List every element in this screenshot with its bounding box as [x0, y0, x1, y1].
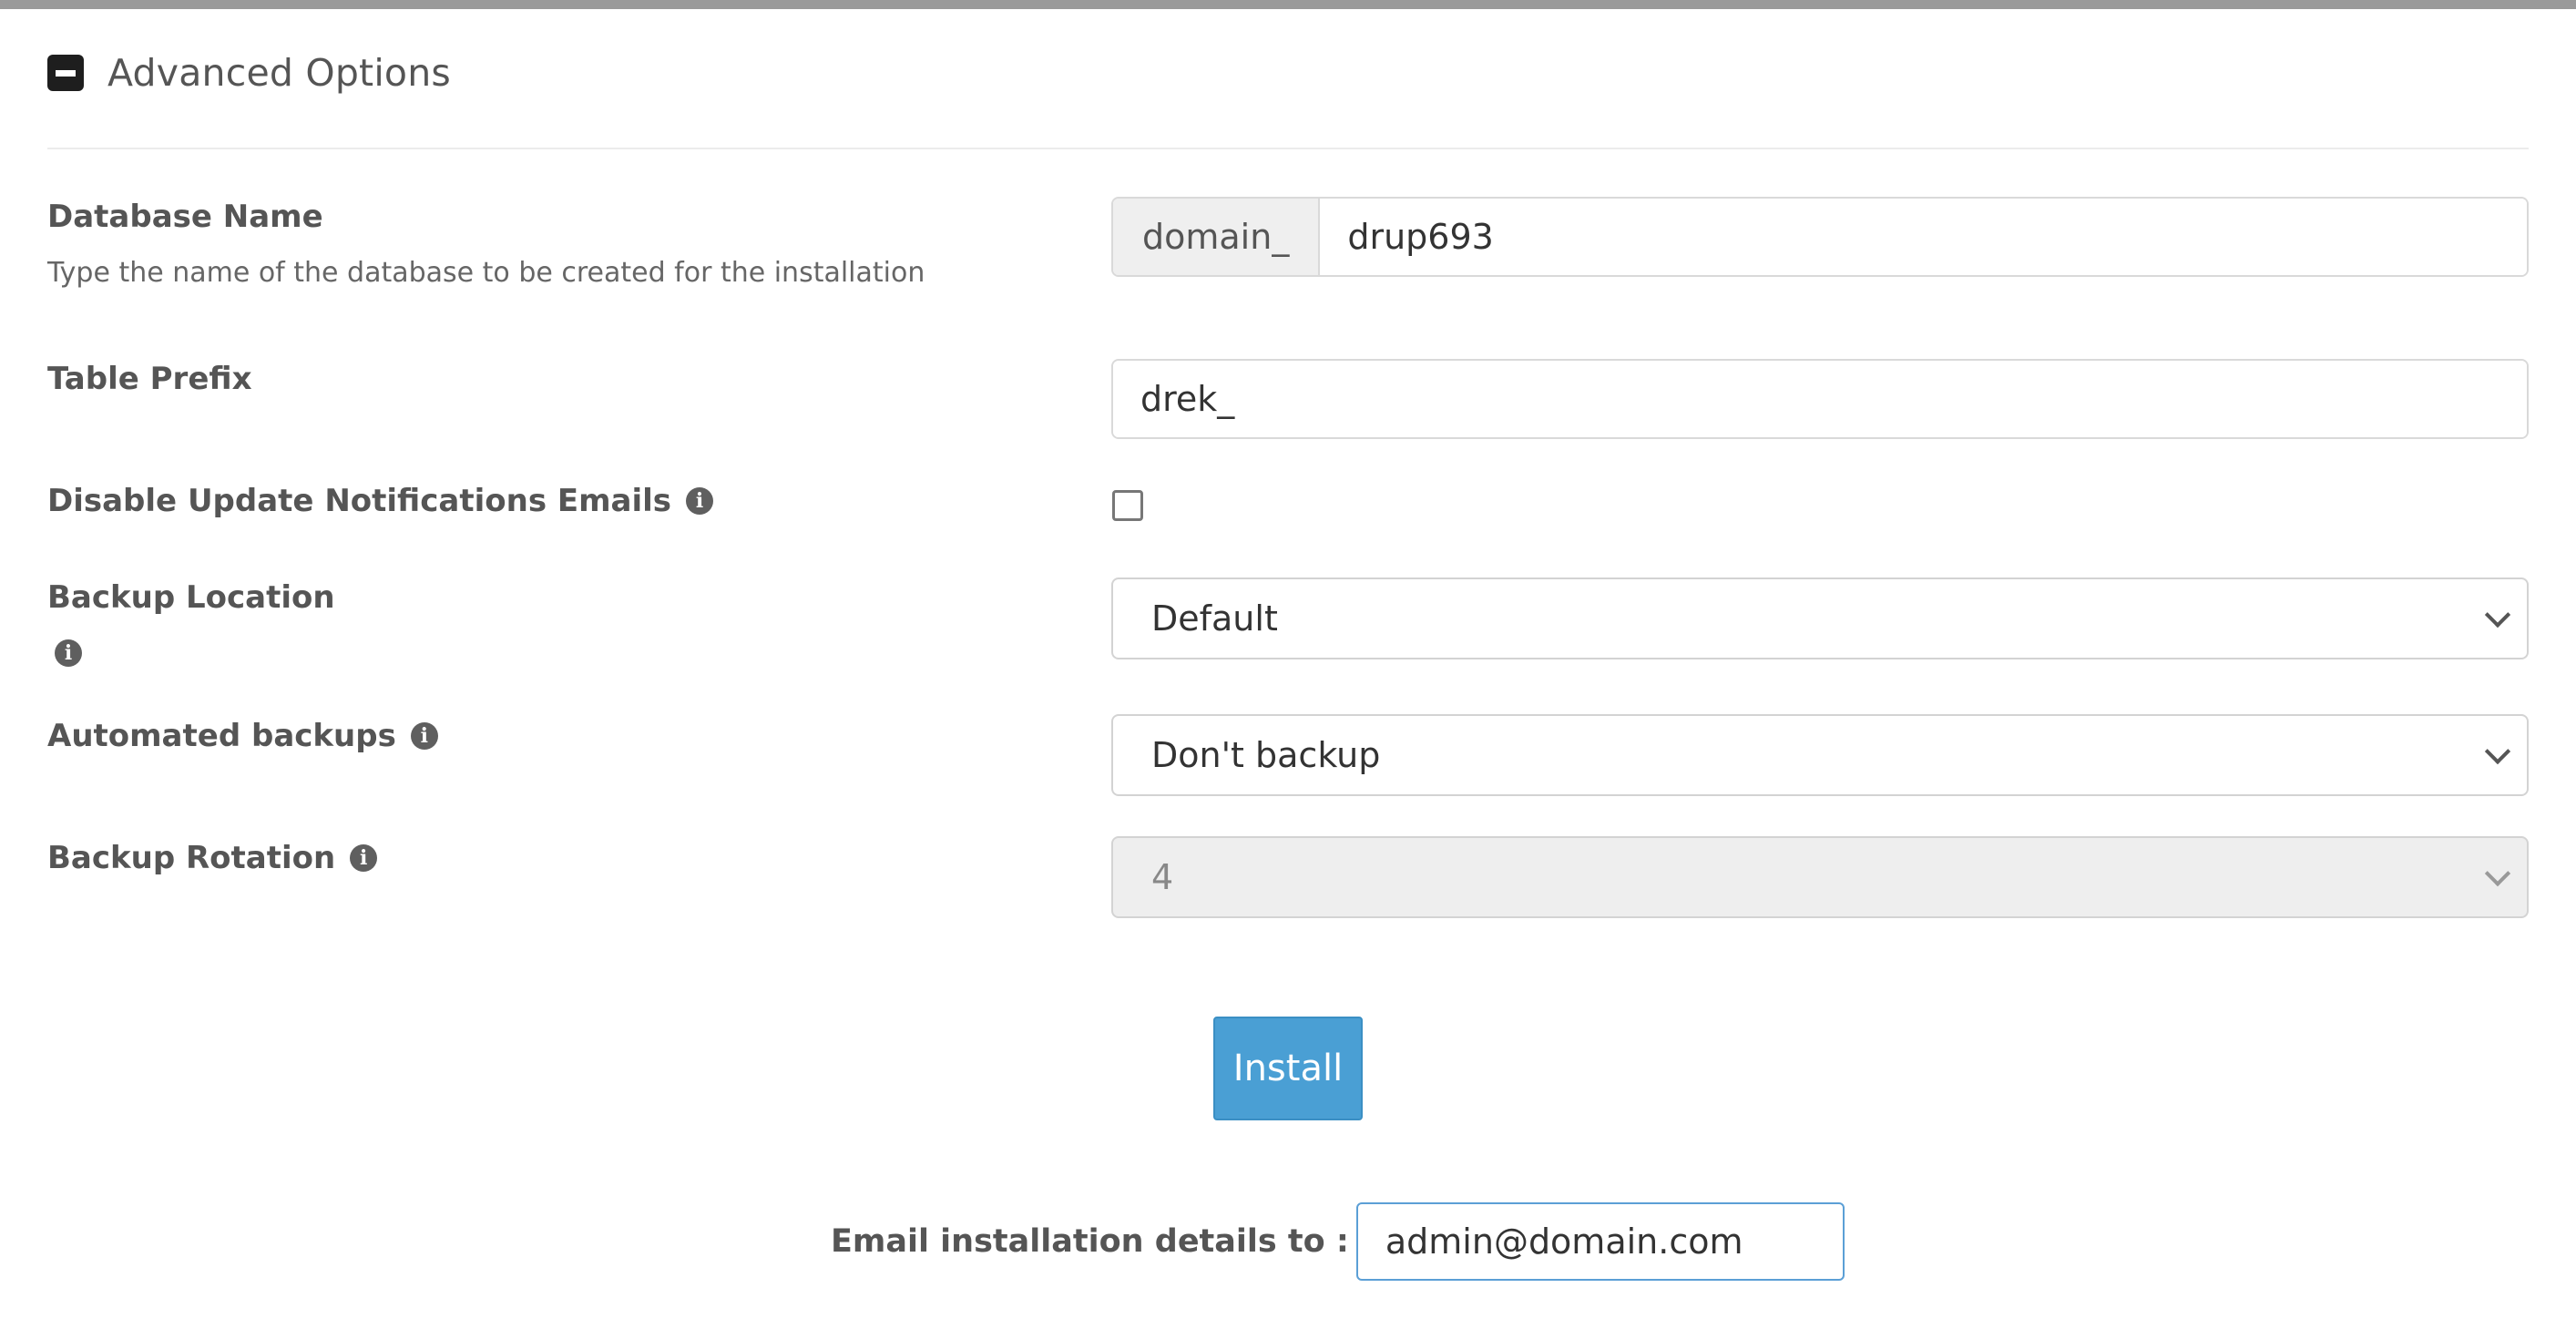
backup-rotation-selected: 4	[1151, 857, 1174, 897]
backup-rotation-label: Backup Rotation i	[47, 840, 378, 876]
automated-backups-label-text: Automated backups	[47, 718, 396, 754]
backup-location-info: i	[40, 639, 82, 667]
disable-update-emails-checkbox[interactable]	[1112, 490, 1143, 521]
email-details-input[interactable]	[1355, 1202, 1845, 1281]
database-name-input[interactable]	[1320, 199, 2527, 275]
email-details-label: Email installation details to :	[831, 1223, 1349, 1260]
chevron-down-icon	[2484, 860, 2511, 887]
advanced-options-header[interactable]: Advanced Options	[47, 47, 451, 98]
database-name-label-text: Database Name	[47, 199, 323, 235]
section-title: Advanced Options	[107, 51, 451, 95]
info-icon[interactable]: i	[55, 639, 82, 667]
automated-backups-label: Automated backups i	[47, 718, 438, 754]
database-name-label: Database Name	[47, 199, 323, 235]
chevron-down-icon	[2484, 601, 2511, 629]
backup-rotation-select: 4	[1111, 836, 2529, 918]
install-button[interactable]: Install	[1213, 1017, 1363, 1120]
database-prefix-addon: domain_	[1113, 199, 1321, 275]
info-icon[interactable]: i	[686, 487, 714, 515]
table-prefix-label: Table Prefix	[47, 361, 252, 397]
automated-backups-select[interactable]: Don't backup	[1111, 714, 2529, 796]
database-name-input-group: domain_	[1111, 197, 2529, 277]
backup-location-label-text: Backup Location	[47, 579, 335, 616]
backup-location-select[interactable]: Default	[1111, 578, 2529, 659]
disable-update-emails-label-text: Disable Update Notifications Emails	[47, 483, 672, 519]
table-prefix-input-group	[1111, 359, 2529, 439]
backup-rotation-label-text: Backup Rotation	[47, 840, 336, 876]
info-icon[interactable]: i	[350, 844, 378, 872]
table-prefix-input[interactable]	[1113, 361, 2527, 437]
table-prefix-label-text: Table Prefix	[47, 361, 252, 397]
disable-update-emails-label: Disable Update Notifications Emails i	[47, 483, 714, 519]
minus-square-icon[interactable]	[47, 55, 84, 91]
backup-location-label: Backup Location	[47, 579, 335, 616]
top-border	[0, 0, 2576, 9]
database-name-help: Type the name of the database to be crea…	[47, 257, 925, 289]
email-details-row: Email installation details to :	[831, 1202, 1845, 1281]
backup-location-selected: Default	[1151, 598, 1278, 639]
automated-backups-selected: Don't backup	[1151, 735, 1381, 775]
info-icon[interactable]: i	[410, 722, 438, 750]
divider	[47, 148, 2529, 149]
chevron-down-icon	[2484, 738, 2511, 765]
